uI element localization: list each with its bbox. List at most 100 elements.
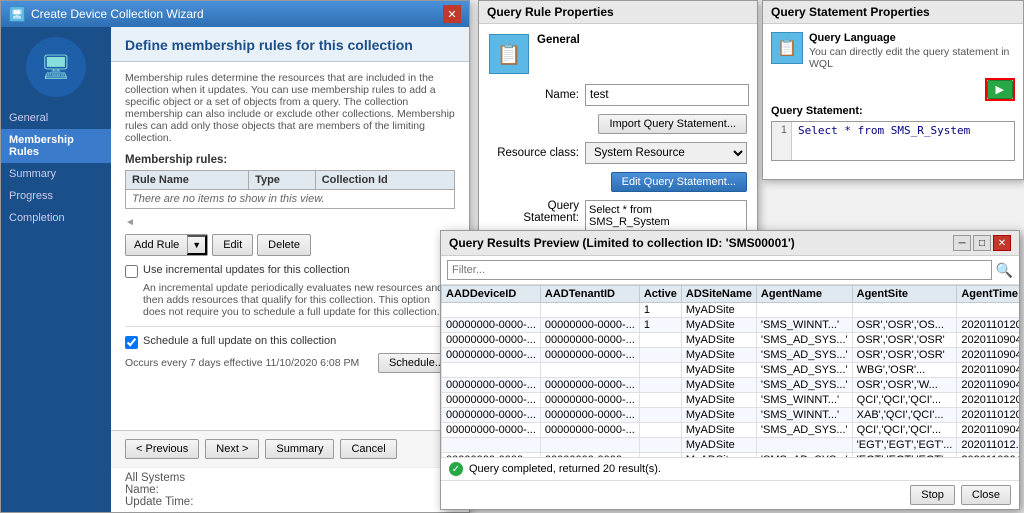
qrv-filter-input[interactable] [447, 260, 992, 280]
qrv-title: Query Results Preview (Limited to collec… [449, 236, 795, 250]
sidebar-nav-membership[interactable]: Membership Rules [1, 129, 111, 163]
wizard-window: 🖥 Create Device Collection Wizard ✕ 🖥 Ge… [0, 0, 470, 513]
sidebar-nav-general[interactable]: General [1, 107, 111, 129]
membership-rules-label: Membership rules: [125, 154, 455, 166]
qsp-title: Query Statement Properties [771, 5, 930, 19]
schedule-checkbox-row: Schedule a full update on this collectio… [125, 335, 455, 349]
edit-query-stmt-btn[interactable]: Edit Query Statement... [611, 172, 747, 192]
update-time-label: Update Time: [125, 496, 455, 508]
table-row: MyADSite'SMS_AD_SYS...'WBG','OSR'...2020… [442, 363, 1020, 378]
qrv-titlebar: Query Results Preview (Limited to collec… [441, 231, 1019, 256]
schedule-section: Schedule a full update on this collectio… [125, 326, 455, 373]
schedule-desc: Occurs every 7 days effective 11/10/2020… [125, 357, 359, 369]
delete-button[interactable]: Delete [257, 234, 311, 256]
table-row: 00000000-0000-...00000000-0000-...MyADSi… [442, 348, 1020, 363]
wizard-title: Create Device Collection Wizard [31, 7, 204, 21]
qrp-name-row: Name: [489, 84, 747, 106]
table-row: 00000000-0000-...00000000-0000-...MyADSi… [442, 393, 1020, 408]
prev-button[interactable]: < Previous [125, 439, 199, 459]
next-button[interactable]: Next > [205, 439, 259, 459]
qsp-body: 📋 Query Language You can directly edit t… [763, 24, 1023, 179]
incremental-desc: An incremental update periodically evalu… [143, 282, 455, 318]
col-collection-id: Collection Id [315, 171, 454, 190]
wizard-titlebar: 🖥 Create Device Collection Wizard ✕ [1, 1, 469, 27]
schedule-checkbox[interactable] [125, 336, 138, 349]
qsp-info-section: 📋 Query Language You can directly edit t… [771, 32, 1015, 70]
content-description: Membership rules determine the resources… [125, 72, 455, 144]
qsp-query-stmt-label: Query Statement: [771, 105, 1015, 117]
run-btn-outline: ▶ [985, 78, 1015, 101]
qsp-line-number: 1 [772, 122, 792, 160]
incremental-checkbox-row: Use incremental updates for this collect… [125, 264, 455, 278]
table-row: 00000000-0000-...00000000-0000-...MyADSi… [442, 408, 1020, 423]
add-rule-button[interactable]: Add Rule [126, 235, 187, 255]
qsp-window: Query Statement Properties 📋 Query Langu… [762, 0, 1024, 180]
qrv-search-button[interactable]: 🔍 [996, 262, 1013, 279]
membership-rules-table: Rule Name Type Collection Id There are n… [125, 170, 455, 209]
add-rule-split[interactable]: Add Rule ▼ [125, 234, 208, 256]
qrv-minimize-button[interactable]: ─ [953, 235, 971, 251]
qrv-close-button[interactable]: ✕ [993, 235, 1011, 251]
table-empty-msg: There are no items to show in this view. [126, 190, 455, 209]
import-query-btn[interactable]: Import Query Statement... [598, 114, 747, 134]
content-body: Membership rules determine the resources… [111, 62, 469, 430]
all-systems-label: All Systems [125, 472, 455, 484]
qsp-icon: 📋 [771, 32, 803, 64]
qrv-window: Query Results Preview (Limited to collec… [440, 230, 1020, 510]
qrp-general-section: 📋 General [489, 34, 747, 74]
qsp-run-button[interactable]: ▶ [987, 80, 1013, 99]
col-adsite-name: ADSiteName [681, 286, 756, 303]
qrp-query-stmt-label: Query Statement: [489, 200, 579, 224]
qrp-icon: 📋 [489, 34, 529, 74]
qrv-filter-bar: 🔍 [441, 256, 1019, 285]
wizard-close-button[interactable]: ✕ [443, 5, 461, 23]
sidebar-nav-progress[interactable]: Progress [1, 185, 111, 207]
add-rule-dropdown[interactable]: ▼ [187, 235, 207, 255]
table-row: 00000000-0000-...00000000-0000-...MyADSi… [442, 333, 1020, 348]
qrp-general-label: General [537, 34, 747, 46]
qrp-general-heading: General [537, 34, 580, 46]
table-row: 00000000-0000-...00000000-0000-...1MyADS… [442, 318, 1020, 333]
qrp-resource-class-row: Resource class: System Resource [489, 142, 747, 164]
qrp-titlebar: Query Rule Properties [479, 1, 757, 24]
rules-toolbar: Add Rule ▼ Edit Delete [125, 234, 455, 256]
qrv-footer: Stop Close [441, 480, 1019, 509]
qrp-name-input[interactable] [585, 84, 749, 106]
content-header: Define membership rules for this collect… [111, 27, 469, 62]
qrv-close-footer-button[interactable]: Close [961, 485, 1011, 505]
col-agent-time: AgentTime [957, 286, 1019, 303]
table-row: 00000000-0000-...00000000-0000-...MyADSi… [442, 423, 1020, 438]
cancel-button[interactable]: Cancel [340, 439, 396, 459]
qrv-status-bar: ✓ Query completed, returned 20 result(s)… [441, 457, 1019, 480]
qrv-maximize-button[interactable]: □ [973, 235, 991, 251]
sidebar-nav-completion[interactable]: Completion [1, 207, 111, 229]
sidebar-nav-summary[interactable]: Summary [1, 163, 111, 185]
qrp-resource-class-select[interactable]: System Resource [585, 142, 747, 164]
col-rule-name: Rule Name [126, 171, 249, 190]
col-active: Active [639, 286, 681, 303]
schedule-label: Schedule a full update on this collectio… [143, 335, 336, 347]
qsp-ql-label: Query Language [809, 32, 1015, 44]
summary-button[interactable]: Summary [265, 439, 334, 459]
qsp-query-text: Select * from SMS_R_System [792, 122, 976, 160]
qsp-titlebar: Query Statement Properties [763, 1, 1023, 24]
wizard-footer: < Previous Next > Summary Cancel [111, 430, 469, 467]
qsp-toolbar: ▶ [771, 78, 1015, 101]
incremental-checkbox[interactable] [125, 265, 138, 278]
edit-button[interactable]: Edit [212, 234, 253, 256]
qrv-window-controls: ─ □ ✕ [953, 235, 1011, 251]
col-aad-device-id: AADDeviceID [442, 286, 541, 303]
wizard-sidebar-logo: 🖥 [26, 37, 86, 97]
qrv-stop-button[interactable]: Stop [910, 485, 955, 505]
qrp-name-label: Name: [489, 89, 579, 101]
qrv-status-text: Query completed, returned 20 result(s). [469, 463, 661, 475]
content-heading: Define membership rules for this collect… [125, 37, 455, 53]
qrv-table-container[interactable]: AADDeviceID AADTenantID Active ADSiteNam… [441, 285, 1019, 457]
bottom-info: All Systems Name: Update Time: [111, 467, 469, 512]
table-row: 1MyADSite [442, 303, 1020, 318]
qsp-info-text: You can directly edit the query statemen… [809, 46, 1015, 70]
incremental-label: Use incremental updates for this collect… [143, 264, 350, 276]
qsp-ql-section: Query Language You can directly edit the… [809, 32, 1015, 70]
wizard-body: 🖥 General Membership Rules Summary Progr… [1, 27, 469, 512]
name-label: Name: [125, 484, 455, 496]
